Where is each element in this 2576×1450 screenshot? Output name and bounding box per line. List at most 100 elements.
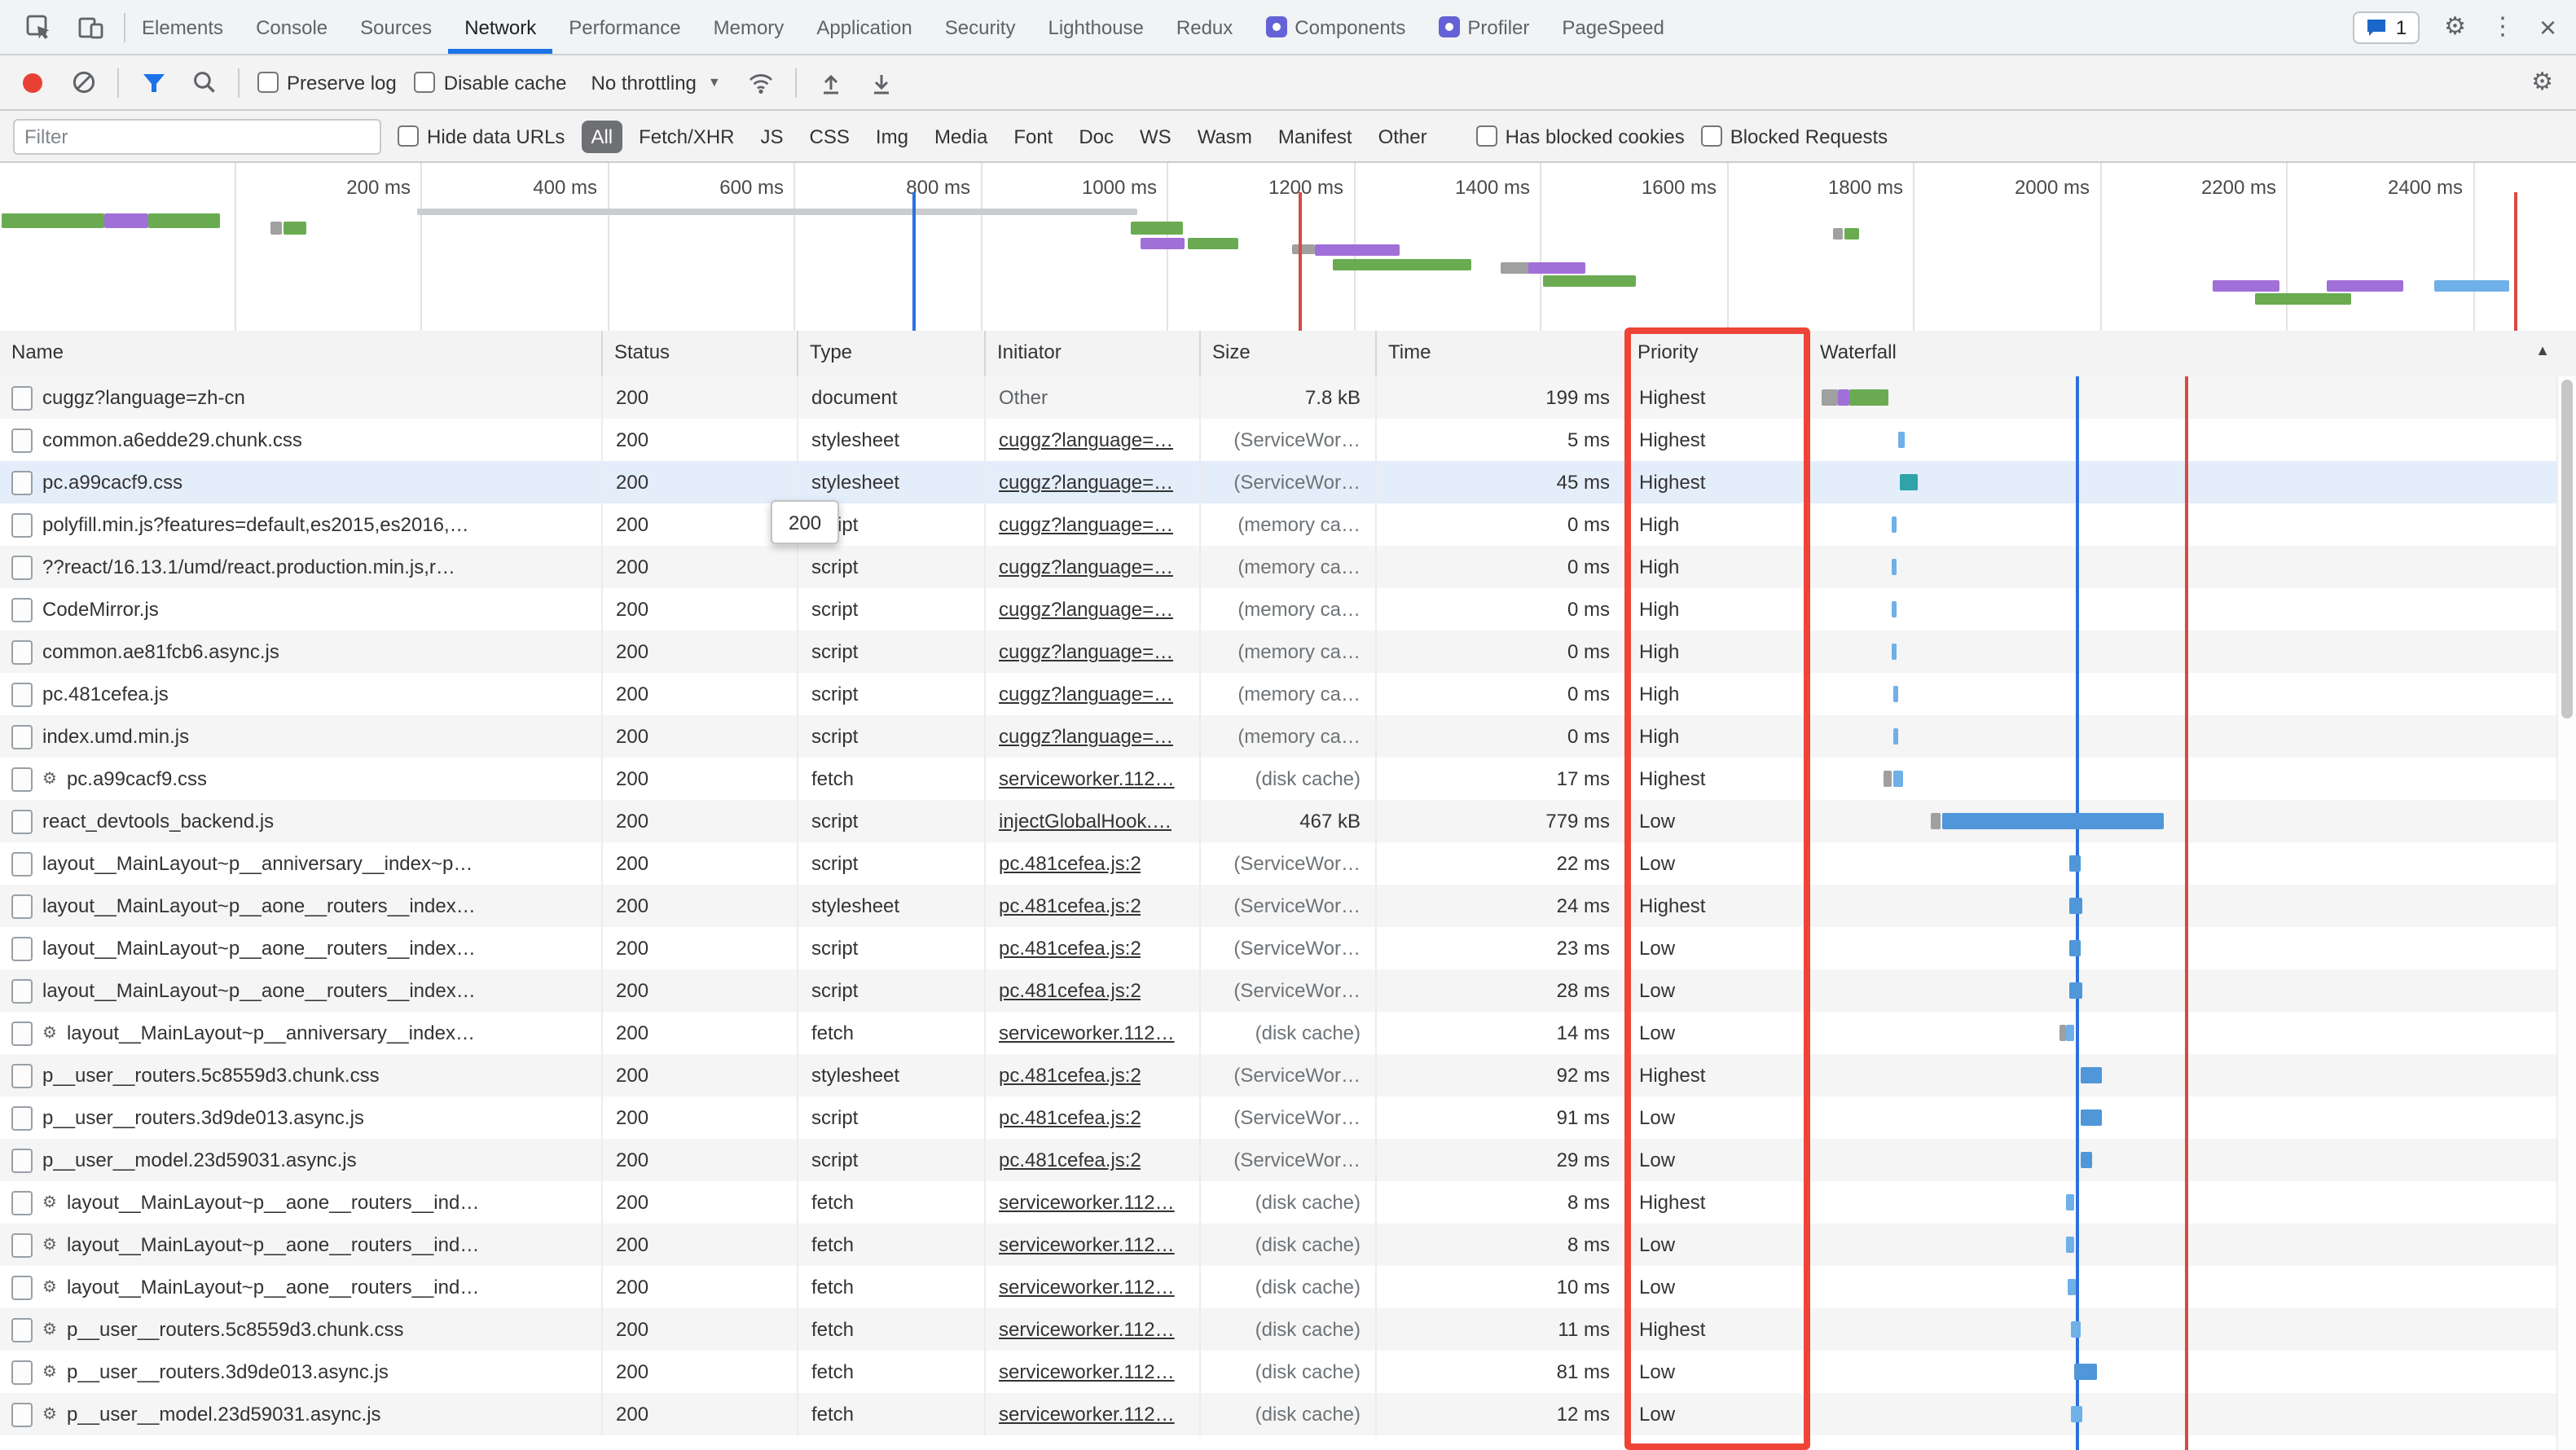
filter-pill-all[interactable]: All (581, 120, 622, 152)
table-row[interactable]: common.ae81fcb6.async.js200scriptcuggz?l… (0, 631, 2576, 673)
throttling-dropdown[interactable]: No throttling ▼ (585, 71, 728, 94)
table-row[interactable]: ⚙pc.a99cacf9.css200fetchserviceworker.11… (0, 758, 2576, 800)
network-settings-gear-icon[interactable]: ⚙ (2531, 70, 2553, 94)
tab-pagespeed[interactable]: PageSpeed (1545, 0, 1680, 54)
search-button[interactable] (187, 66, 220, 99)
initiator-link[interactable]: injectGlobalHook.… (999, 810, 1172, 833)
column-header-size[interactable]: Size (1201, 331, 1377, 376)
table-row[interactable]: p__user__routers.3d9de013.async.js200scr… (0, 1096, 2576, 1139)
filter-toggle-button[interactable] (137, 66, 169, 99)
initiator-link[interactable]: cuggz?language=… (999, 556, 1173, 578)
disable-cache-checkbox-input[interactable] (415, 72, 436, 93)
column-header-initiator[interactable]: Initiator (986, 331, 1201, 376)
scrollbar-thumb[interactable] (2561, 380, 2573, 718)
initiator-link[interactable]: pc.481cefea.js:2 (999, 1106, 1141, 1129)
column-header-priority[interactable]: Priority (1626, 331, 1809, 376)
table-row[interactable]: ⚙p__user__routers.5c8559d3.chunk.css200f… (0, 1308, 2576, 1351)
filter-pill-ws[interactable]: WS (1130, 120, 1181, 152)
filter-pill-wasm[interactable]: Wasm (1188, 120, 1262, 152)
initiator-link[interactable]: serviceworker.112… (999, 1403, 1175, 1426)
table-row[interactable]: layout__MainLayout~p__anniversary__index… (0, 842, 2576, 885)
initiator-link[interactable]: cuggz?language=… (999, 428, 1173, 451)
console-messages-badge[interactable]: 1 (2354, 11, 2420, 43)
initiator-link[interactable]: serviceworker.112… (999, 1318, 1175, 1341)
initiator-link[interactable]: serviceworker.112… (999, 1276, 1175, 1298)
table-row[interactable]: ⚙p__user__routers.3d9de013.async.js200fe… (0, 1351, 2576, 1393)
initiator-link[interactable]: serviceworker.112… (999, 1360, 1175, 1383)
initiator-link[interactable]: pc.481cefea.js:2 (999, 1149, 1141, 1171)
tab-sources[interactable]: Sources (344, 0, 448, 54)
close-devtools-icon[interactable]: × (2539, 12, 2556, 42)
initiator-link[interactable]: cuggz?language=… (999, 725, 1173, 748)
table-row[interactable]: layout__MainLayout~p__aone__routers__ind… (0, 885, 2576, 927)
initiator-link[interactable]: pc.481cefea.js:2 (999, 852, 1141, 875)
tab-lighthouse[interactable]: Lighthouse (1031, 0, 1159, 54)
column-header-type[interactable]: Type (798, 331, 986, 376)
tab-memory[interactable]: Memory (697, 0, 801, 54)
disable-cache-checkbox[interactable]: Disable cache (415, 71, 567, 94)
table-row[interactable]: polyfill.min.js?features=default,es2015,… (0, 503, 2576, 546)
settings-gear-icon[interactable]: ⚙ (2444, 15, 2466, 39)
tab-profiler[interactable]: Profiler (1422, 0, 1545, 54)
filter-pill-manifest[interactable]: Manifest (1268, 120, 1362, 152)
table-row[interactable]: layout__MainLayout~p__aone__routers__ind… (0, 927, 2576, 969)
tab-elements[interactable]: Elements (125, 0, 240, 54)
table-row[interactable]: react_devtools_backend.js200scriptinject… (0, 800, 2576, 842)
inspect-element-icon[interactable] (20, 7, 59, 46)
filter-pill-fetch-xhr[interactable]: Fetch/XHR (629, 120, 744, 152)
initiator-link[interactable]: cuggz?language=… (999, 513, 1173, 536)
tab-redux[interactable]: Redux (1160, 0, 1249, 54)
network-conditions-button[interactable] (745, 66, 778, 99)
tab-console[interactable]: Console (240, 0, 344, 54)
initiator-link[interactable]: serviceworker.112… (999, 1022, 1175, 1044)
waterfall-sort-icon[interactable]: ▲ (2535, 342, 2550, 358)
initiator-link[interactable]: cuggz?language=… (999, 598, 1173, 621)
table-row[interactable]: ⚙layout__MainLayout~p__anniversary__inde… (0, 1012, 2576, 1054)
table-row[interactable]: ⚙p__user__model.23d59031.async.js200fetc… (0, 1393, 2576, 1435)
column-header-waterfall[interactable]: Waterfall (1809, 331, 2576, 376)
initiator-link[interactable]: serviceworker.112… (999, 1233, 1175, 1256)
column-header-name[interactable]: Name (0, 331, 603, 376)
import-har-button[interactable] (815, 66, 848, 99)
blocked-requests-checkbox[interactable]: Blocked Requests (1701, 125, 1888, 147)
table-row[interactable]: ⚙layout__MainLayout~p__aone__routers__in… (0, 1266, 2576, 1308)
filter-pill-font[interactable]: Font (1004, 120, 1062, 152)
table-row[interactable]: layout__MainLayout~p__aone__routers__ind… (0, 969, 2576, 1012)
table-row[interactable]: ⚙layout__MainLayout~p__aone__routers__in… (0, 1224, 2576, 1266)
table-row[interactable]: cuggz?language=zh-cn200documentOther7.8 … (0, 376, 2576, 419)
hide-data-urls-checkbox[interactable]: Hide data URLs (398, 125, 565, 147)
table-row[interactable]: common.a6edde29.chunk.css200stylesheetcu… (0, 419, 2576, 461)
column-header-time[interactable]: Time (1377, 331, 1626, 376)
tab-components[interactable]: Components (1249, 0, 1422, 54)
initiator-link[interactable]: cuggz?language=… (999, 683, 1173, 705)
device-toolbar-icon[interactable] (72, 7, 111, 46)
preserve-log-checkbox[interactable]: Preserve log (257, 71, 397, 94)
kebab-menu-icon[interactable]: ⋮ (2490, 15, 2515, 39)
initiator-link[interactable]: pc.481cefea.js:2 (999, 937, 1141, 960)
table-row[interactable]: pc.481cefea.js200scriptcuggz?language=…(… (0, 673, 2576, 715)
tab-network[interactable]: Network (448, 0, 552, 54)
filter-pill-img[interactable]: Img (866, 120, 918, 152)
record-button[interactable] (16, 66, 49, 99)
table-row[interactable]: index.umd.min.js200scriptcuggz?language=… (0, 715, 2576, 758)
table-row[interactable]: pc.a99cacf9.css200stylesheetcuggz?langua… (0, 461, 2576, 503)
has-blocked-cookies-checkbox-input[interactable] (1476, 125, 1497, 147)
initiator-link[interactable]: cuggz?language=… (999, 640, 1173, 663)
filter-pill-doc[interactable]: Doc (1069, 120, 1123, 152)
clear-button[interactable] (67, 66, 99, 99)
filter-pill-js[interactable]: JS (751, 120, 793, 152)
table-row[interactable]: ⚙layout__MainLayout~p__aone__routers__in… (0, 1181, 2576, 1224)
filter-input[interactable] (13, 118, 381, 154)
filter-pill-css[interactable]: CSS (800, 120, 859, 152)
table-row[interactable]: CodeMirror.js200scriptcuggz?language=…(m… (0, 588, 2576, 631)
filter-pill-other[interactable]: Other (1369, 120, 1437, 152)
timeline-overview[interactable]: 200 ms400 ms600 ms800 ms1000 ms1200 ms14… (0, 163, 2576, 337)
vertical-scrollbar[interactable] (2556, 376, 2576, 1450)
initiator-link[interactable]: pc.481cefea.js:2 (999, 979, 1141, 1002)
hide-data-urls-checkbox-input[interactable] (398, 125, 419, 147)
tab-performance[interactable]: Performance (552, 0, 697, 54)
table-row[interactable]: ??react/16.13.1/umd/react.production.min… (0, 546, 2576, 588)
preserve-log-checkbox-input[interactable] (257, 72, 279, 93)
tab-security[interactable]: Security (929, 0, 1032, 54)
initiator-link[interactable]: serviceworker.112… (999, 767, 1175, 790)
